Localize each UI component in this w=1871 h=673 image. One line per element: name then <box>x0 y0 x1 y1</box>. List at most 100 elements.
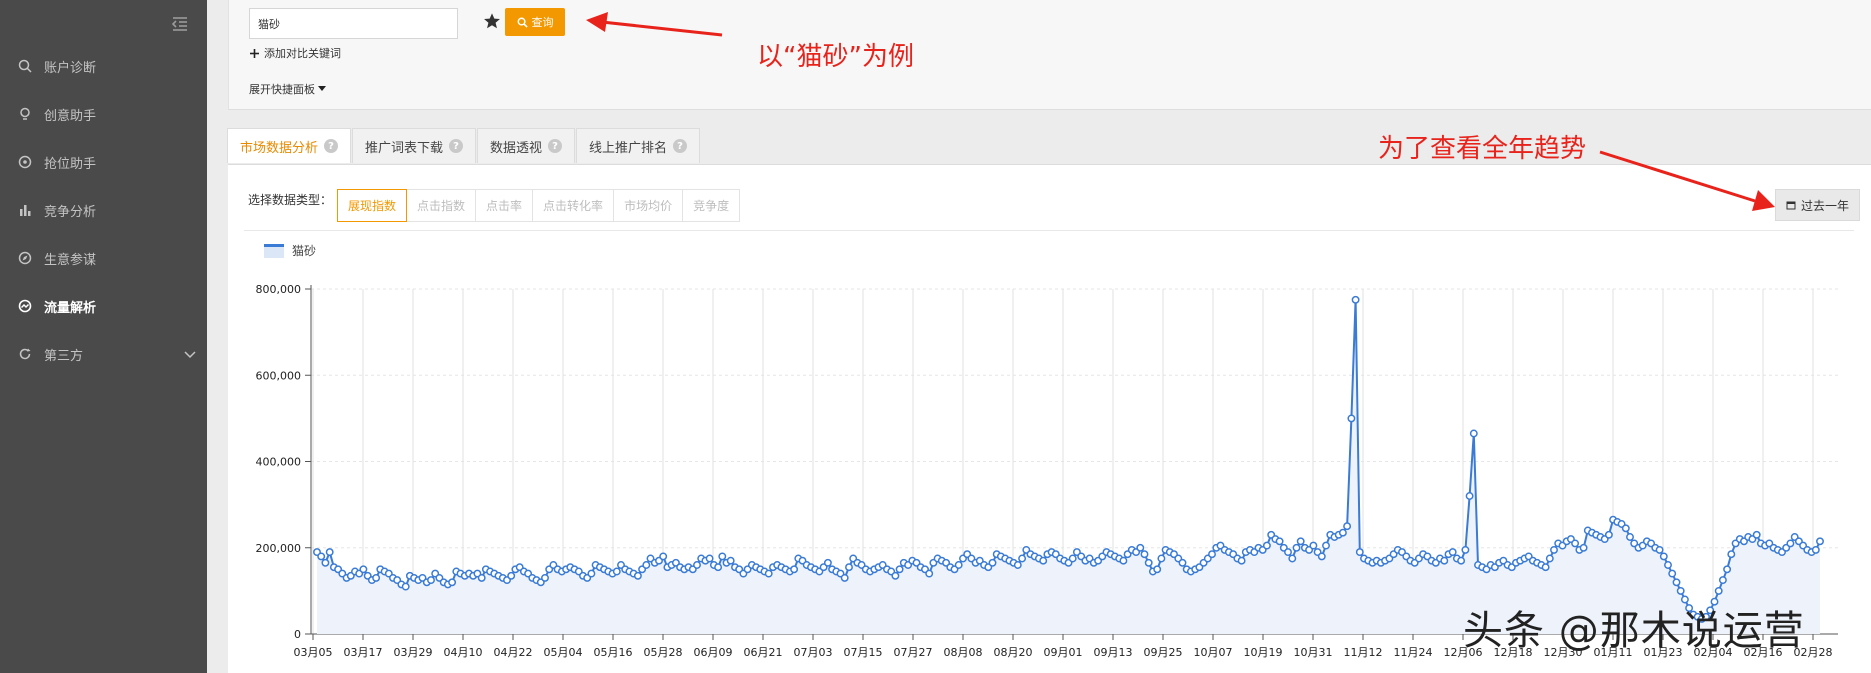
data-point <box>1351 295 1360 304</box>
plus-icon <box>250 48 259 58</box>
lightbulb-icon <box>20 107 30 120</box>
y-tick-label: 600,000 <box>256 369 302 382</box>
annotation-trend: 为了查看全年趋势 <box>1378 134 1587 164</box>
data-point <box>1727 550 1736 559</box>
tab-keyword-download[interactable]: 推广词表下载 ? <box>352 128 477 163</box>
menu-collapse-icon[interactable] <box>170 14 190 34</box>
data-point <box>1723 565 1732 574</box>
data-point <box>1786 539 1795 548</box>
data-point <box>1816 537 1824 546</box>
sidebar-item-creative-assistant[interactable]: 创意助手 <box>0 90 207 138</box>
data-point <box>714 563 723 572</box>
data-point <box>1157 554 1166 563</box>
data-point <box>1296 537 1305 546</box>
sidebar-item-label: 账户诊断 <box>44 60 97 76</box>
data-point <box>845 563 853 572</box>
help-icon[interactable]: ? <box>449 139 464 153</box>
tab-market-data[interactable]: 市场数据分析 ? <box>227 128 352 163</box>
data-point <box>1448 548 1457 557</box>
data-point <box>401 582 410 591</box>
data-point <box>1039 556 1048 565</box>
y-tick-label: 0 <box>294 628 301 641</box>
data-point <box>1119 556 1128 565</box>
help-icon[interactable]: ? <box>324 139 339 153</box>
data-point <box>1752 530 1761 539</box>
data-point <box>448 578 457 587</box>
data-point <box>1013 561 1022 569</box>
data-point <box>1626 533 1634 541</box>
tab-data-pivot[interactable]: 数据透视 ? <box>477 128 576 163</box>
x-tick-label: 11月24 <box>1394 646 1433 659</box>
data-point <box>840 573 849 582</box>
data-point <box>1178 558 1187 567</box>
add-compare-keyword-link[interactable]: 添加对比关键词 <box>249 45 341 61</box>
data-point <box>790 565 799 574</box>
data-point <box>1275 537 1284 546</box>
data-point <box>1668 569 1677 578</box>
y-tick-label: 800,000 <box>256 283 302 296</box>
help-icon[interactable]: ? <box>548 139 563 153</box>
y-tick-label: 400,000 <box>256 456 302 469</box>
tab-label: 市场数据分析 <box>240 140 319 156</box>
x-tick-label: 05月28 <box>644 646 683 659</box>
expand-quick-panel-toggle[interactable]: 展开快捷面板 <box>249 81 327 97</box>
sidebar-item-business-advisor[interactable]: 生意参谋 <box>0 234 207 282</box>
data-point <box>1136 543 1145 552</box>
x-tick-label: 07月27 <box>894 646 933 659</box>
app-root: 账户诊断 创意助手 抢位助手 竞争分析 生意参谋 流量解析 第三方 猫砂 查询 … <box>0 0 1871 673</box>
keyword-search-input[interactable] <box>249 8 458 39</box>
search-icon <box>517 17 528 28</box>
tab-online-ranking[interactable]: 线上推广排名 ? <box>576 128 701 163</box>
sidebar-nav: 账户诊断 创意助手 抢位助手 竞争分析 生意参谋 流量解析 第三方 <box>0 42 207 378</box>
caret-down-icon <box>318 86 326 91</box>
data-point <box>1355 548 1364 557</box>
data-point <box>321 558 330 567</box>
sidebar-item-rank-assistant[interactable]: 抢位助手 <box>0 138 207 186</box>
traffic-icon <box>18 299 32 313</box>
data-point <box>1309 541 1318 550</box>
x-tick-label: 08月20 <box>994 646 1033 659</box>
data-point <box>1621 524 1630 533</box>
chevron-down-icon[interactable] <box>183 347 197 361</box>
market-data-card: 选择数据类型： 展现指数 点击指数 点击率 点击转化率 市场均价 竞争度 过去一… <box>228 164 1871 673</box>
data-point <box>1440 556 1449 565</box>
sidebar-item-traffic-analysis[interactable]: 流量解析 <box>0 282 207 330</box>
data-point <box>372 573 381 582</box>
x-tick-label: 10月19 <box>1244 646 1283 659</box>
data-point <box>659 552 668 561</box>
data-point <box>693 561 701 569</box>
data-point <box>427 576 435 585</box>
data-point <box>1457 556 1466 565</box>
data-point <box>1018 554 1027 563</box>
sidebar: 账户诊断 创意助手 抢位助手 竞争分析 生意参谋 流量解析 第三方 <box>0 0 207 673</box>
trend-line-chart: 0 200,000 400,000 600,000 800,000 03月05 03月17 0… <box>256 283 1838 659</box>
data-type-impressions[interactable]: 展现指数 <box>337 189 408 222</box>
help-icon[interactable]: ? <box>673 139 688 153</box>
sidebar-item-third-party[interactable]: 第三方 <box>0 330 207 378</box>
data-point <box>507 571 516 580</box>
data-point <box>612 567 621 576</box>
x-tick-label: 08月08 <box>944 646 983 659</box>
tab-label: 数据透视 <box>490 140 543 156</box>
data-point <box>1550 545 1558 554</box>
x-tick-label: 03月29 <box>394 646 433 659</box>
annotation-example: 以“猫砂”为例 <box>757 42 914 72</box>
sidebar-item-label: 生意参谋 <box>44 252 97 268</box>
sidebar-item-competition[interactable]: 竞争分析 <box>0 186 207 234</box>
data-point <box>1068 554 1077 563</box>
data-point <box>1153 565 1162 574</box>
sidebar-item-label: 竞争分析 <box>44 204 97 220</box>
x-tick-label: 07月03 <box>794 646 833 659</box>
query-button[interactable]: 查询 <box>505 8 565 36</box>
data-point <box>1718 576 1727 585</box>
sidebar-item-account-diagnosis[interactable]: 账户诊断 <box>0 42 207 90</box>
sidebar-item-label: 抢位助手 <box>44 156 97 172</box>
compass-icon <box>18 251 32 265</box>
data-point <box>718 552 727 561</box>
data-point <box>317 552 326 561</box>
x-tick-label: 04月10 <box>444 646 483 659</box>
star-icon[interactable] <box>483 12 501 30</box>
x-tick-label: 09月25 <box>1144 646 1183 659</box>
data-point <box>1672 578 1681 587</box>
x-tick-label: 03月17 <box>344 646 383 659</box>
